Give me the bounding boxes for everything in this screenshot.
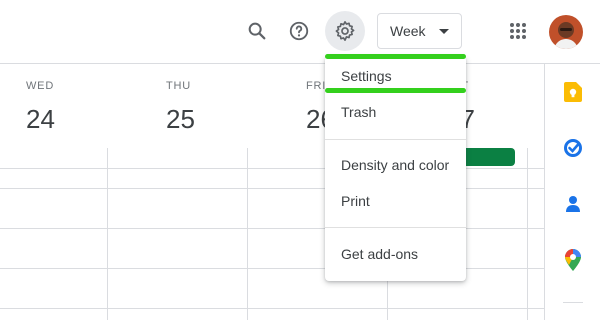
top-bar: Week: [0, 0, 600, 64]
menu-item-trash[interactable]: Trash: [325, 96, 466, 128]
divider: [563, 302, 583, 303]
view-selector[interactable]: Week: [377, 13, 462, 49]
menu-item-label: Density and color: [341, 157, 450, 173]
search-icon: [248, 22, 266, 40]
day-of-week: THU: [166, 80, 192, 92]
menu-divider: [325, 227, 466, 228]
menu-item-label: Trash: [341, 104, 377, 120]
keep-icon[interactable]: [563, 82, 583, 102]
day-of-week: WED: [26, 80, 55, 92]
avatar[interactable]: [549, 15, 583, 49]
menu-item-print[interactable]: Print: [325, 185, 466, 217]
highlight-line-top: [325, 54, 466, 59]
menu-item-label: Settings: [341, 68, 392, 84]
column-divider: [527, 148, 528, 320]
view-selector-label: Week: [390, 23, 426, 39]
column-divider: [247, 148, 248, 320]
gear-icon: [335, 21, 355, 41]
highlight-line-bottom: [325, 88, 466, 93]
maps-icon[interactable]: [563, 249, 583, 271]
menu-item-density-and-color[interactable]: Density and color: [325, 149, 466, 181]
day-header-thu[interactable]: THU 25: [166, 80, 195, 135]
day-number[interactable]: 24: [26, 104, 55, 135]
help-icon: [289, 21, 309, 41]
day-header-wed[interactable]: WED 24: [26, 80, 55, 135]
contacts-icon[interactable]: [563, 194, 583, 214]
column-divider: [107, 148, 108, 320]
avatar-image: [549, 15, 583, 49]
day-number[interactable]: 25: [166, 104, 195, 135]
menu-item-label: Get add-ons: [341, 246, 419, 262]
side-panel: [544, 64, 600, 320]
settings-button[interactable]: [325, 11, 365, 51]
menu-item-get-add-ons[interactable]: Get add-ons: [325, 238, 466, 270]
apps-button[interactable]: [498, 11, 538, 51]
menu-divider: [325, 139, 466, 140]
caret-down-icon: [439, 29, 449, 34]
menu-item-label: Print: [341, 193, 370, 209]
grid-line: [0, 308, 544, 309]
grid-apps-icon: [510, 23, 526, 39]
help-button[interactable]: [279, 11, 319, 51]
search-button[interactable]: [237, 11, 277, 51]
tasks-icon[interactable]: [563, 138, 583, 158]
